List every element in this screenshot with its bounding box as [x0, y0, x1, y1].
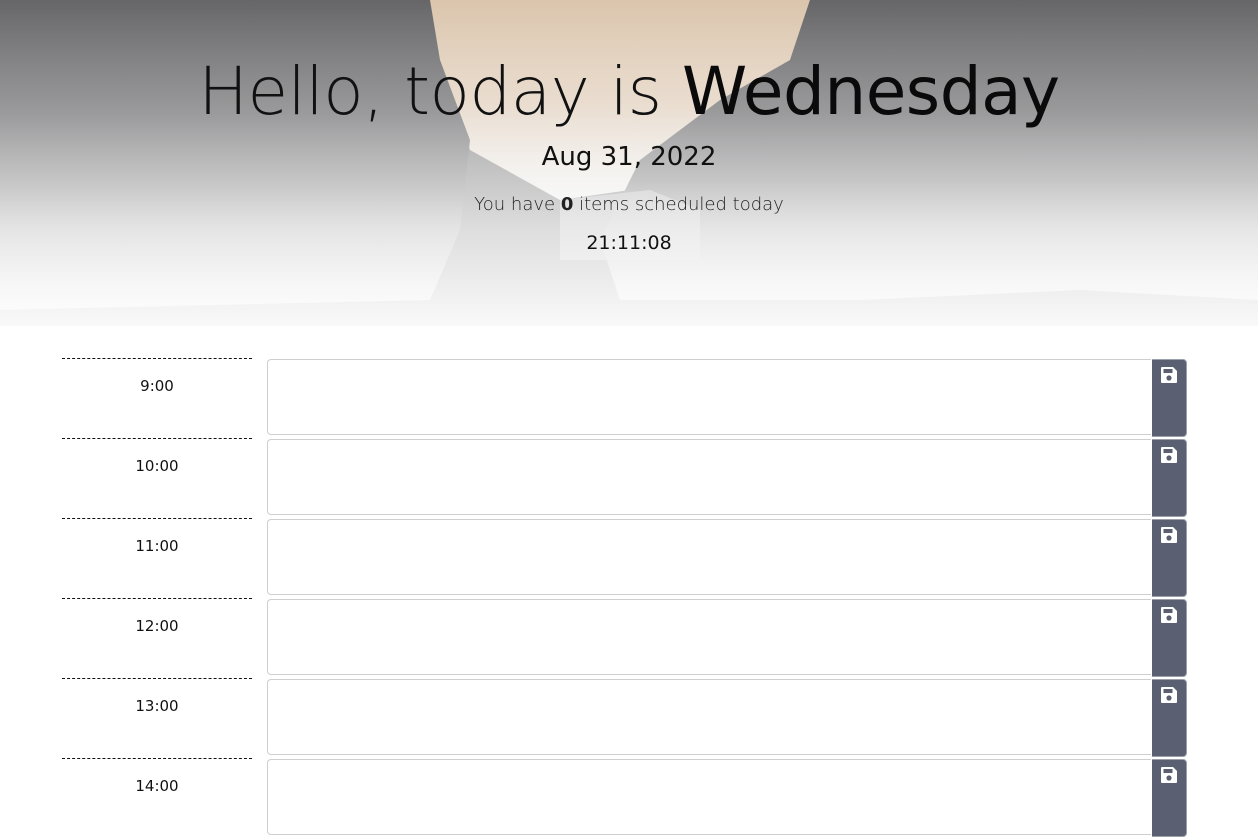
- time-block-row: 10:00: [0, 438, 1258, 518]
- header-hero: Hello, today is Wednesday Aug 31, 2022 Y…: [0, 0, 1258, 326]
- floppy-disk-icon: [1161, 527, 1177, 543]
- hourly-planner: 9:00 10:00 11:00 12:00 13:00 14:00: [0, 358, 1258, 838]
- floppy-disk-icon: [1161, 767, 1177, 783]
- time-block-row: 11:00: [0, 518, 1258, 598]
- event-textarea[interactable]: [267, 359, 1151, 435]
- summary-suffix: items scheduled today: [573, 194, 784, 215]
- current-date: Aug 31, 2022: [541, 142, 717, 172]
- save-button[interactable]: [1152, 599, 1187, 677]
- event-textarea[interactable]: [267, 519, 1151, 595]
- header-content: Hello, today is Wednesday Aug 31, 2022 Y…: [0, 0, 1258, 254]
- hour-label: 12:00: [62, 598, 252, 678]
- time-block-row: 12:00: [0, 598, 1258, 678]
- time-block-row: 14:00: [0, 758, 1258, 838]
- hour-label: 11:00: [62, 518, 252, 598]
- save-button[interactable]: [1152, 359, 1187, 437]
- floppy-disk-icon: [1161, 447, 1177, 463]
- hour-label: 13:00: [62, 678, 252, 758]
- time-block-row: 9:00: [0, 358, 1258, 438]
- greeting-prefix: Hello, today is: [198, 53, 682, 130]
- greeting-heading: Hello, today is Wednesday: [0, 52, 1258, 132]
- save-button[interactable]: [1152, 759, 1187, 837]
- day-name: Wednesday: [681, 53, 1060, 130]
- save-button[interactable]: [1152, 679, 1187, 757]
- summary-prefix: You have: [474, 194, 561, 215]
- event-textarea[interactable]: [267, 759, 1151, 835]
- floppy-disk-icon: [1161, 607, 1177, 623]
- event-textarea[interactable]: [267, 679, 1151, 755]
- hour-label: 9:00: [62, 358, 252, 438]
- time-block-row: 13:00: [0, 678, 1258, 758]
- item-count: 0: [560, 194, 574, 215]
- event-textarea[interactable]: [267, 599, 1151, 675]
- floppy-disk-icon: [1161, 367, 1177, 383]
- schedule-summary: You have 0 items scheduled today: [0, 194, 1258, 216]
- hour-label: 10:00: [62, 438, 252, 518]
- event-textarea[interactable]: [267, 439, 1151, 515]
- floppy-disk-icon: [1161, 687, 1177, 703]
- hour-label: 14:00: [62, 758, 252, 838]
- save-button[interactable]: [1152, 519, 1187, 597]
- current-time: 21:11:08: [586, 232, 672, 254]
- save-button[interactable]: [1152, 439, 1187, 517]
